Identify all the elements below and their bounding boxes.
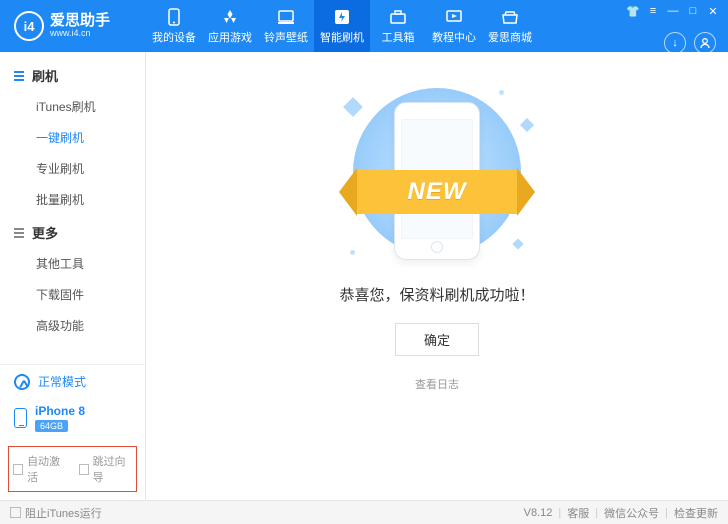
sidebar-item[interactable]: 专业刷机 (14, 153, 133, 184)
nav-apps[interactable]: 应用游戏 (202, 0, 258, 52)
nav-label: 智能刷机 (320, 29, 364, 45)
apps-icon (221, 8, 239, 26)
titlebar: i4 爱思助手 www.i4.cn 我的设备应用游戏铃声壁纸智能刷机 工具箱 教程中… (0, 0, 728, 52)
sidebar-item[interactable]: 一键刷机 (14, 122, 133, 153)
window-controls: 👕 ≡ — □ ✕ ↓ (624, 0, 728, 54)
nav-label: 铃声壁纸 (264, 29, 308, 45)
nav-label: 我的设备 (152, 29, 196, 45)
block-itunes-label: 阻止iTunes运行 (25, 505, 102, 521)
store-icon (501, 8, 519, 26)
nav-label: 工具箱 (382, 29, 415, 45)
nav-toolbox[interactable]: 工具箱 (370, 0, 426, 52)
block-itunes-checkbox[interactable]: 阻止iTunes运行 (10, 505, 102, 521)
nav-label: 应用游戏 (208, 29, 252, 45)
main-content: NEW 恭喜您，保资料刷机成功啦！ 确定 查看日志 (146, 52, 728, 500)
skin-button[interactable]: 👕 (624, 4, 642, 18)
mode-row[interactable]: 正常模式 (0, 364, 145, 398)
minimize-button[interactable]: — (664, 4, 682, 18)
view-log-link[interactable]: 查看日志 (415, 376, 459, 392)
sidebar-flash-title: 刷机 (32, 66, 58, 85)
options-box: 自动激活 跳过向导 (8, 446, 137, 492)
media-icon (277, 8, 295, 26)
nav-flash[interactable]: 智能刷机 (314, 0, 370, 52)
nav-media[interactable]: 铃声壁纸 (258, 0, 314, 52)
download-button[interactable]: ↓ (664, 32, 686, 54)
account-button[interactable] (694, 32, 716, 54)
skip-guide-checkbox[interactable]: 跳过向导 (79, 453, 133, 485)
menu-button[interactable]: ≡ (644, 4, 662, 18)
sidebar-more-header[interactable]: 更多 (14, 223, 133, 242)
ribbon-text: NEW (357, 170, 517, 214)
nav-label: 教程中心 (432, 29, 476, 45)
more-icon (14, 228, 24, 238)
wechat-link[interactable]: 微信公众号 (604, 505, 659, 521)
ok-button[interactable]: 确定 (395, 323, 479, 356)
sidebar-item[interactable]: 下载固件 (14, 279, 133, 310)
version-label: V8.12 (524, 507, 553, 519)
device-capacity: 64GB (35, 420, 68, 432)
sidebar-item[interactable]: 批量刷机 (14, 184, 133, 215)
logo-icon: i4 (14, 11, 44, 41)
auto-activate-checkbox[interactable]: 自动激活 (13, 453, 67, 485)
success-message: 恭喜您，保资料刷机成功啦！ (339, 284, 534, 305)
flash-icon (14, 71, 24, 81)
brand-name: 爱思助手 (50, 13, 110, 30)
tutorial-icon (445, 8, 463, 26)
phone-icon (165, 8, 183, 26)
brand-url: www.i4.cn (50, 29, 110, 39)
skip-guide-label: 跳过向导 (93, 453, 132, 485)
device-name: iPhone 8 (35, 404, 85, 418)
logo[interactable]: i4 爱思助手 www.i4.cn (0, 0, 146, 52)
success-illustration: NEW (322, 80, 552, 266)
toolbox-icon (389, 8, 407, 26)
nav-tutorial[interactable]: 教程中心 (426, 0, 482, 52)
device-row[interactable]: iPhone 8 64GB (0, 398, 145, 442)
close-button[interactable]: ✕ (704, 4, 722, 18)
top-nav: 我的设备应用游戏铃声壁纸智能刷机 工具箱 教程中心爱思商城 (146, 0, 538, 52)
statusbar: 阻止iTunes运行 V8.12| 客服| 微信公众号| 检查更新 (0, 500, 728, 524)
mode-label: 正常模式 (38, 373, 86, 390)
device-icon (14, 408, 27, 428)
sidebar-item[interactable]: 高级功能 (14, 310, 133, 341)
nav-store[interactable]: 爱思商城 (482, 0, 538, 52)
sidebar-more-title: 更多 (32, 223, 58, 242)
sidebar: 刷机 iTunes刷机一键刷机专业刷机批量刷机 更多 其他工具下载固件高级功能 … (0, 52, 146, 500)
maximize-button[interactable]: □ (684, 4, 702, 18)
nav-phone[interactable]: 我的设备 (146, 0, 202, 52)
auto-activate-label: 自动激活 (27, 453, 66, 485)
nav-label: 爱思商城 (488, 29, 532, 45)
support-link[interactable]: 客服 (567, 505, 589, 521)
mode-icon (14, 374, 30, 390)
sidebar-flash-header[interactable]: 刷机 (14, 66, 133, 85)
sidebar-item[interactable]: 其他工具 (14, 248, 133, 279)
update-link[interactable]: 检查更新 (674, 505, 718, 521)
flash-icon (333, 8, 351, 26)
sidebar-item[interactable]: iTunes刷机 (14, 91, 133, 122)
